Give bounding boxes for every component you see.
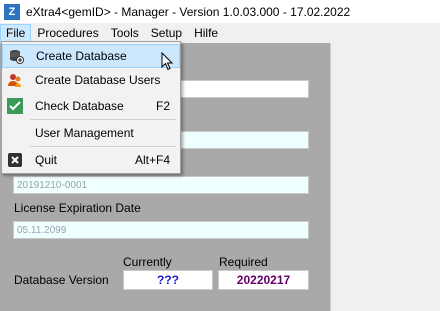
form-field-2[interactable] [179, 131, 309, 149]
menu-separator [30, 146, 176, 147]
currently-label: Currently [123, 255, 172, 269]
check-database-label: Check Database [35, 99, 124, 113]
file-dropdown-menu: Create Database Create Database Users Ch… [1, 41, 181, 174]
database-version-label: Database Version [14, 273, 109, 287]
users-icon [7, 72, 23, 88]
menu-create-database-users[interactable]: Create Database Users [2, 68, 180, 92]
menu-procedures[interactable]: Procedures [31, 24, 104, 42]
license-id-field[interactable]: 20191210-0001 [13, 176, 309, 194]
create-database-users-label: Create Database Users [35, 73, 161, 87]
menu-separator [30, 119, 176, 120]
menu-file[interactable]: File [0, 24, 32, 42]
title-bar: Z eXtra4<gemID> - Manager - Version 1.0.… [0, 0, 440, 23]
menu-user-management[interactable]: User Management [2, 121, 180, 145]
quit-shortcut: Alt+F4 [134, 153, 170, 167]
required-label: Required [219, 255, 268, 269]
license-expiration-field[interactable]: 05.11.2099 [13, 221, 309, 239]
license-expiration-label: License Expiration Date [14, 201, 141, 215]
app-icon: Z [4, 3, 20, 20]
menu-quit[interactable]: Quit Alt+F4 [2, 148, 180, 172]
window-title: eXtra4<gemID> - Manager - Version 1.0.03… [26, 4, 351, 19]
db-version-required-field: 20220217 [218, 270, 309, 290]
menu-tools[interactable]: Tools [105, 24, 145, 42]
menu-create-database[interactable]: Create Database [2, 44, 180, 68]
user-management-label: User Management [35, 126, 134, 140]
menu-check-database[interactable]: Check Database F2 [2, 94, 180, 118]
right-panel [330, 43, 440, 311]
checkmark-icon [7, 98, 23, 114]
create-database-label: Create Database [36, 49, 127, 63]
quit-label: Quit [35, 153, 58, 167]
check-database-shortcut: F2 [155, 99, 170, 113]
menu-bar: File Procedures Tools Setup Hilfe [0, 23, 440, 43]
mouse-cursor-icon [161, 51, 175, 77]
menu-hilfe[interactable]: Hilfe [188, 24, 224, 42]
database-add-icon [8, 48, 24, 64]
menu-setup[interactable]: Setup [145, 24, 188, 42]
close-icon [7, 152, 23, 168]
db-version-current-field: ??? [123, 270, 213, 290]
form-field-1[interactable] [179, 80, 309, 98]
